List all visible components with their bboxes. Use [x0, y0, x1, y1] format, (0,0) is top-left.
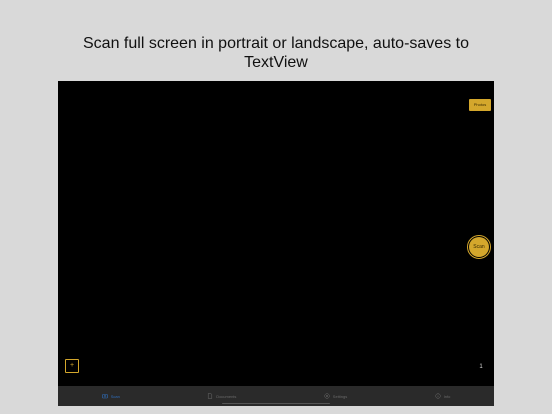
screenshot-caption: Scan full screen in portrait or landscap… — [0, 34, 552, 72]
gear-icon — [324, 393, 330, 399]
tab-info-label: Info — [443, 393, 451, 399]
page-count: 1 — [479, 364, 483, 370]
scan-button[interactable]: Scan — [467, 235, 491, 259]
camera-view: Photos Scan + 1 Scan Documents Settings — [58, 81, 494, 406]
tab-documents-label: Documents — [216, 393, 237, 399]
scan-button-label: Scan — [469, 237, 489, 257]
tab-settings[interactable]: Settings — [324, 393, 347, 399]
info-icon — [435, 393, 441, 399]
photos-button[interactable]: Photos — [469, 99, 491, 111]
tab-documents[interactable]: Documents — [207, 393, 236, 399]
tab-scan-label: Scan — [110, 393, 120, 399]
tab-settings-label: Settings — [332, 393, 348, 399]
document-icon — [207, 393, 213, 399]
add-page-button[interactable]: + — [65, 359, 79, 373]
camera-icon — [101, 393, 108, 399]
tab-bar: Scan Documents Settings Info — [58, 386, 494, 406]
tab-scan[interactable]: Scan — [101, 393, 120, 399]
tab-info[interactable]: Info — [435, 393, 451, 399]
caption-line-1: Scan full screen in portrait or landscap… — [83, 35, 469, 52]
home-indicator — [222, 403, 330, 404]
caption-line-2: TextView — [244, 54, 308, 71]
